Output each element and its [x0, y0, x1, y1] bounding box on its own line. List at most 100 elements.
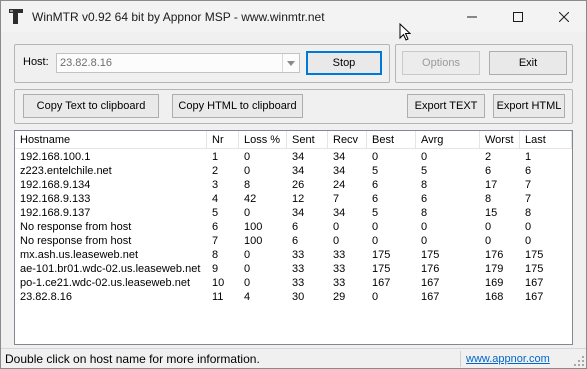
cell-hostname[interactable]: 192.168.9.133	[15, 192, 207, 206]
table-row[interactable]: mx.ash.us.leaseweb.net 8 0 33 33 175 175 176 175	[15, 248, 572, 262]
appnor-link[interactable]: www.appnor.com	[466, 353, 550, 365]
cell-loss: 100	[244, 235, 263, 247]
cell-nr: 3	[212, 179, 219, 191]
column-header-avrg[interactable]: Avrg	[416, 131, 480, 149]
column-header-best[interactable]: Best	[367, 131, 416, 149]
copy-text-button[interactable]: Copy Text to clipboard	[23, 94, 159, 118]
table-row[interactable]: 192.168.9.134 3 8 26 24 6 8 17 7	[15, 178, 572, 192]
cell-nr: 8	[212, 249, 219, 261]
cell-nr: 5	[212, 207, 219, 219]
cell-hostname[interactable]: No response from host	[15, 234, 207, 248]
cell-worst: 2	[485, 151, 492, 163]
table-row[interactable]: ae-101.br01.wdc-02.us.leaseweb.net 9 0 33 33…	[15, 262, 572, 276]
cell-best: 5	[372, 207, 379, 219]
copy-html-button[interactable]: Copy HTML to clipboard	[172, 94, 303, 118]
winmtr-window: WinMTR v0.92 64 bit by Appnor MSP - www.…	[0, 0, 587, 369]
cell-recv: 34	[333, 165, 346, 177]
column-header-nr[interactable]: Nr	[207, 131, 239, 149]
cell-hostname[interactable]: 192.168.9.137	[15, 206, 207, 220]
cell-hostname[interactable]: po-1.ce21.wdc-02.us.leaseweb.net	[15, 276, 207, 290]
cell-recv: 33	[333, 277, 346, 289]
cell-avrg: 6	[421, 193, 428, 205]
close-button[interactable]	[541, 1, 587, 32]
table-row[interactable]: No response from host 7 100 6 0 0 0 0 0	[15, 234, 572, 248]
host-input-value[interactable]: 23.82.8.16	[60, 57, 112, 69]
cell-best: 167	[372, 277, 391, 289]
cell-avrg: 5	[421, 165, 428, 177]
cell-loss: 8	[244, 179, 251, 191]
status-bar: Double click on host name for more infor…	[1, 348, 586, 368]
cell-avrg: 0	[421, 151, 428, 163]
cell-loss: 4	[244, 291, 251, 303]
cell-sent: 33	[292, 263, 305, 275]
table-row[interactable]: 192.168.9.137 5 0 34 34 5 8 15 8	[15, 206, 572, 220]
cell-nr: 9	[212, 263, 219, 275]
cell-last: 167	[525, 277, 544, 289]
cell-hostname[interactable]: 192.168.100.1	[15, 150, 207, 164]
cell-loss: 0	[244, 207, 251, 219]
column-header-worst[interactable]: Worst	[480, 131, 520, 149]
column-header-recv[interactable]: Recv	[328, 131, 367, 149]
cell-worst: 0	[485, 235, 492, 247]
table-row[interactable]: 23.82.8.16 11 4 30 29 0 167 168 167	[15, 290, 572, 304]
cell-worst: 15	[485, 207, 498, 219]
maximize-button[interactable]	[495, 1, 541, 32]
export-html-button[interactable]: Export HTML	[493, 94, 565, 118]
cell-nr: 4	[212, 193, 219, 205]
cell-hostname[interactable]: z223.entelchile.net	[15, 164, 207, 178]
winmtr-app-icon	[9, 9, 23, 24]
cell-sent: 30	[292, 291, 305, 303]
cell-sent: 34	[292, 151, 305, 163]
options-button[interactable]: Options	[402, 51, 480, 75]
results-table[interactable]: Hostname Nr Loss % Sent Recv Best Avrg Worst Las…	[14, 130, 573, 345]
cell-recv: 0	[333, 221, 340, 233]
cell-last: 0	[525, 235, 532, 247]
table-row[interactable]: z223.entelchile.net 2 0 34 34 5 5 6 6	[15, 164, 572, 178]
cell-nr: 6	[212, 221, 219, 233]
cell-hostname[interactable]: mx.ash.us.leaseweb.net	[15, 248, 207, 262]
cell-loss: 0	[244, 249, 251, 261]
cell-loss: 0	[244, 277, 251, 289]
cell-best: 6	[372, 193, 379, 205]
table-row[interactable]: No response from host 6 100 6 0 0 0 0 0	[15, 220, 572, 234]
table-row[interactable]: 192.168.100.1 1 0 34 34 0 0 2 1	[15, 150, 572, 164]
host-combo[interactable]: 23.82.8.16	[56, 53, 300, 73]
cell-loss: 0	[244, 165, 251, 177]
cell-avrg: 167	[421, 277, 440, 289]
column-header-hostname[interactable]: Hostname	[15, 131, 207, 149]
cell-hostname[interactable]: 192.168.9.134	[15, 178, 207, 192]
cell-nr: 1	[212, 151, 219, 163]
cell-sent: 34	[292, 207, 305, 219]
cell-recv: 29	[333, 291, 346, 303]
cell-last: 6	[525, 165, 532, 177]
export-text-button[interactable]: Export TEXT	[407, 94, 485, 118]
table-row[interactable]: po-1.ce21.wdc-02.us.leaseweb.net 10 0 33 33 1…	[15, 276, 572, 290]
resize-grip-icon[interactable]	[574, 356, 584, 366]
cell-recv: 0	[333, 235, 340, 247]
cell-nr: 7	[212, 235, 219, 247]
minimize-icon	[467, 16, 477, 17]
cell-last: 7	[525, 179, 532, 191]
cell-sent: 33	[292, 249, 305, 261]
table-row[interactable]: 192.168.9.133 4 42 12 7 6 6 8 7	[15, 192, 572, 206]
stop-button[interactable]: Stop	[306, 51, 382, 75]
cell-avrg: 0	[421, 235, 428, 247]
cell-hostname[interactable]: 23.82.8.16	[15, 290, 207, 304]
cell-sent: 33	[292, 277, 305, 289]
cell-last: 7	[525, 193, 532, 205]
cell-hostname[interactable]: No response from host	[15, 220, 207, 234]
cell-avrg: 175	[421, 249, 440, 261]
host-label: Host:	[23, 56, 49, 68]
cell-loss: 100	[244, 221, 263, 233]
column-header-loss[interactable]: Loss %	[239, 131, 287, 149]
column-header-sent[interactable]: Sent	[287, 131, 328, 149]
host-dropdown-button[interactable]	[282, 54, 299, 72]
cell-worst: 8	[485, 193, 492, 205]
minimize-button[interactable]	[449, 1, 495, 32]
cell-worst: 6	[485, 165, 492, 177]
exit-button[interactable]: Exit	[489, 51, 567, 75]
cell-hostname[interactable]: ae-101.br01.wdc-02.us.leaseweb.net	[15, 262, 207, 276]
column-header-last[interactable]: Last	[520, 131, 572, 149]
cell-last: 8	[525, 207, 532, 219]
title-bar[interactable]: WinMTR v0.92 64 bit by Appnor MSP - www.…	[1, 1, 587, 41]
